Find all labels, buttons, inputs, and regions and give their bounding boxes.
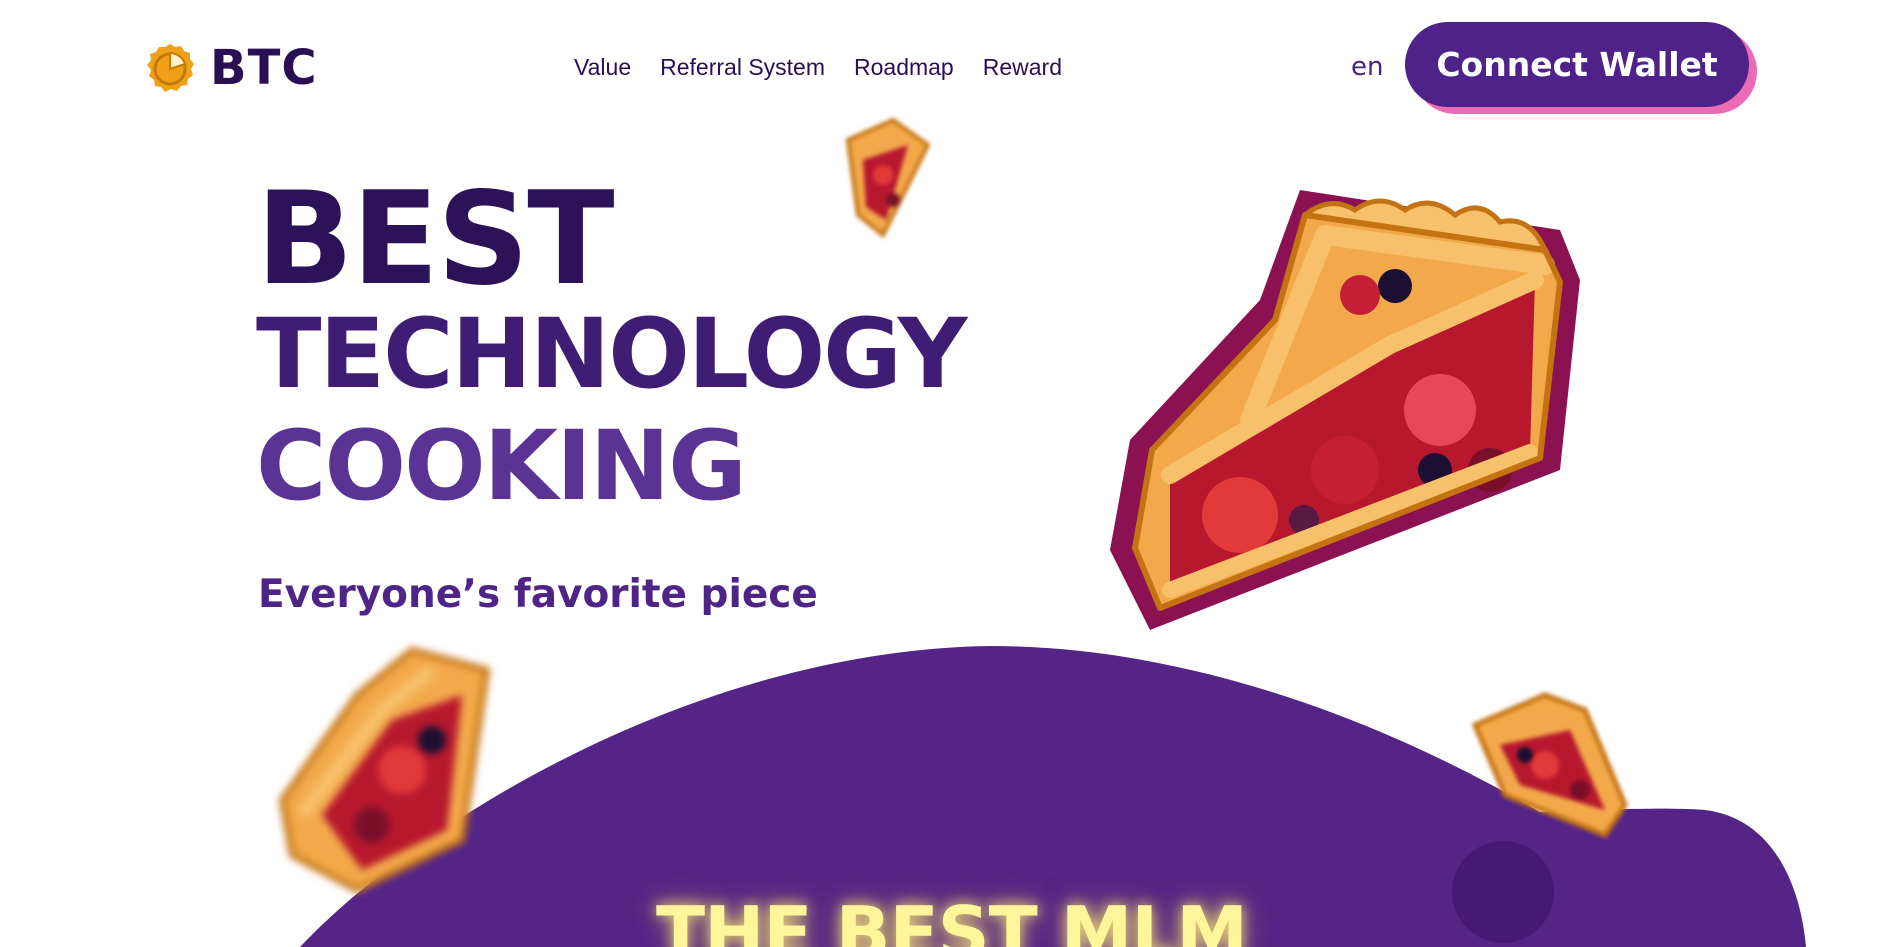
landing-page: BTC Value Referral System Roadmap Reward…	[0, 0, 1903, 947]
hero-title-line-3: COOKING	[256, 410, 747, 522]
pie-coin-icon	[147, 44, 194, 92]
site-header: BTC Value Referral System Roadmap Reward…	[0, 0, 1903, 130]
nav-link-referral-system[interactable]: Referral System	[660, 52, 825, 82]
hero-title-line-2: TECHNOLOGY	[256, 298, 967, 410]
logo-text: BTC	[210, 40, 318, 96]
pie-slice-icon	[845, 117, 931, 239]
hero-subtitle: Everyone’s favorite piece	[258, 572, 818, 617]
connect-wallet-button[interactable]: Connect Wallet	[1405, 22, 1757, 114]
pie-slice-icon	[1471, 692, 1628, 839]
nav-link-reward[interactable]: Reward	[983, 52, 1062, 82]
section-title: THE BEST MLM	[656, 891, 1248, 947]
connect-wallet-label: Connect Wallet	[1405, 22, 1749, 107]
pie-slice-icon	[1110, 190, 1580, 630]
main-nav: Value Referral System Roadmap Reward	[574, 52, 1062, 82]
nav-link-value[interactable]: Value	[574, 52, 631, 82]
pie-slice-icon	[278, 646, 491, 894]
language-selector[interactable]: en	[1351, 51, 1383, 83]
logo[interactable]: BTC	[142, 40, 318, 96]
nav-link-roadmap[interactable]: Roadmap	[854, 52, 954, 82]
